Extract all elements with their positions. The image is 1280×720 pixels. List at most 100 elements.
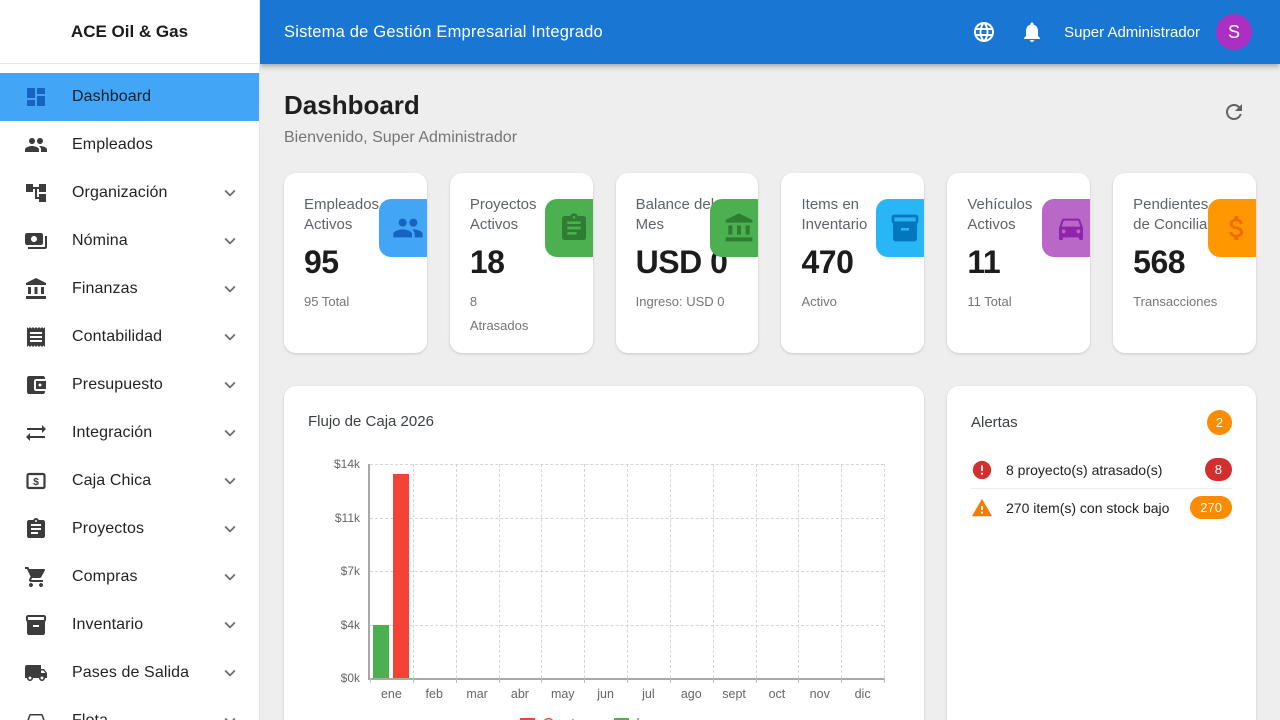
car-icon	[24, 709, 48, 720]
bank-icon	[24, 277, 48, 301]
sidebar-item-label: Inventario	[72, 616, 219, 634]
sidebar-item-label: Compras	[72, 568, 219, 586]
x-axis-tick: oct	[769, 687, 786, 701]
avatar[interactable]: S	[1216, 14, 1252, 50]
clipboard-icon	[545, 199, 593, 257]
chart-title: Flujo de Caja 2026	[308, 412, 900, 432]
sidebar-item-compras[interactable]: Compras	[0, 553, 259, 601]
alerts-list: 8 proyecto(s) atrasado(s) 8 270 item(s) …	[971, 451, 1232, 526]
stat-sub: Transacciones	[1133, 290, 1236, 314]
dollar-icon	[1208, 199, 1256, 257]
y-axis-tick: $0k	[341, 671, 360, 685]
x-axis-tick: nov	[810, 687, 830, 701]
page-head: Dashboard Bienvenido, Super Administrado…	[284, 90, 1256, 149]
sidebar-item-dashboard[interactable]: Dashboard	[0, 73, 259, 121]
stat-card-empleados: Empleados Activos 95 95 Total	[284, 173, 427, 353]
clipboard-icon	[24, 517, 48, 541]
sidebar-item-label: Finanzas	[72, 280, 219, 298]
inventory-box-icon	[876, 199, 924, 257]
sidebar-item-nomina[interactable]: Nómina	[0, 217, 259, 265]
svg-text:$: $	[33, 476, 39, 488]
sidebar-item-finanzas[interactable]: Finanzas	[0, 265, 259, 313]
sidebar-item-label: Proyectos	[72, 520, 219, 538]
alerts-panel: Alertas 2 8 proyecto(s) atrasado(s) 8 27…	[947, 386, 1256, 720]
sidebar-item-caja-chica[interactable]: $ Caja Chica	[0, 457, 259, 505]
sidebar-item-contabilidad[interactable]: Contabilidad	[0, 313, 259, 361]
chart-legend: Gasto Ingreso	[308, 716, 900, 720]
sidebar-item-integracion[interactable]: Integración	[0, 409, 259, 457]
alert-item-proyectos-atrasados[interactable]: 8 proyecto(s) atrasado(s) 8	[971, 451, 1232, 488]
page-title: Dashboard	[284, 90, 517, 120]
refresh-button[interactable]	[1214, 92, 1254, 132]
stat-sub: 8 Atrasados	[470, 290, 573, 338]
legend-item-gasto[interactable]: Gasto	[520, 716, 583, 720]
x-axis-tick: ene	[381, 687, 402, 701]
stat-card-balance: Balance del Mes USD 0 Ingreso: USD 0	[616, 173, 759, 353]
sidebar-item-label: Caja Chica	[72, 472, 219, 490]
sidebar-item-empleados[interactable]: Empleados	[0, 121, 259, 169]
alert-item-stock-bajo[interactable]: 270 item(s) con stock bajo 270	[971, 489, 1232, 526]
notifications-bell-button[interactable]	[1012, 12, 1052, 52]
people-icon	[24, 133, 48, 157]
chevron-down-icon	[219, 326, 241, 348]
stat-card-vehiculos: Vehículos Activos 11 11 Total	[947, 173, 1090, 353]
sidebar-item-proyectos[interactable]: Proyectos	[0, 505, 259, 553]
chevron-down-icon	[219, 566, 241, 588]
chevron-down-icon	[219, 278, 241, 300]
sidebar-item-organizacion[interactable]: Organización	[0, 169, 259, 217]
cash-box-icon: $	[24, 469, 48, 493]
stat-sub: Activo	[801, 290, 904, 314]
warning-triangle-icon	[971, 497, 993, 519]
car-icon	[1042, 199, 1090, 257]
bottom-row: Flujo de Caja 2026 $0k$4k$7k$11k$14kenef…	[284, 386, 1256, 720]
sidebar-item-label: Dashboard	[72, 88, 241, 106]
alert-text: 270 item(s) con stock bajo	[1006, 500, 1177, 516]
main-content: Dashboard Bienvenido, Super Administrado…	[260, 64, 1280, 720]
user-name[interactable]: Super Administrador	[1064, 24, 1200, 41]
chevron-down-icon	[219, 662, 241, 684]
chevron-down-icon	[219, 614, 241, 636]
sidebar-item-pases-de-salida[interactable]: Pases de Salida	[0, 649, 259, 697]
y-axis-tick: $4k	[341, 618, 360, 632]
chevron-down-icon	[219, 374, 241, 396]
sidebar-item-label: Nómina	[72, 232, 219, 250]
legend-label: Ingreso	[636, 716, 688, 720]
header-actions: Super Administrador S	[964, 12, 1252, 52]
x-axis-tick: mar	[466, 687, 488, 701]
y-axis-tick: $14k	[334, 457, 360, 471]
bar-chart-plot: $0k$4k$7k$11k$14kenefebmarabrmayjunjulag…	[368, 464, 884, 680]
legend-label: Gasto	[542, 716, 583, 720]
stat-card-inventario: Items en Inventario 470 Activo	[781, 173, 924, 353]
stat-sub: Ingreso: USD 0	[636, 290, 739, 314]
sidebar-item-flota[interactable]: Flota	[0, 697, 259, 720]
cashflow-chart-card: Flujo de Caja 2026 $0k$4k$7k$11k$14kenef…	[284, 386, 924, 720]
chevron-down-icon	[219, 470, 241, 492]
alerts-header: Alertas 2	[971, 410, 1232, 435]
x-axis-tick: may	[551, 687, 575, 701]
sidebar-item-presupuesto[interactable]: Presupuesto	[0, 361, 259, 409]
error-circle-icon	[971, 459, 993, 481]
wallet-icon	[24, 373, 48, 397]
chevron-down-icon	[219, 422, 241, 444]
sidebar-nav: Dashboard Empleados Organización Nómina …	[0, 64, 259, 720]
legend-item-ingreso[interactable]: Ingreso	[614, 716, 688, 720]
people-icon	[379, 199, 427, 257]
swap-arrows-icon	[24, 421, 48, 445]
x-axis-tick: ago	[681, 687, 702, 701]
bar-ingreso-ene	[373, 625, 389, 679]
alert-badge: 8	[1205, 458, 1232, 481]
chevron-down-icon	[219, 182, 241, 204]
x-axis-tick: feb	[426, 687, 443, 701]
header-title: Sistema de Gestión Empresarial Integrado	[284, 23, 964, 42]
alerts-count-badge: 2	[1207, 410, 1232, 435]
sidebar-item-inventario[interactable]: Inventario	[0, 601, 259, 649]
sidebar: ACE Oil & Gas Dashboard Empleados Organi…	[0, 0, 260, 720]
sidebar-item-label: Empleados	[72, 136, 241, 154]
alert-badge: 270	[1190, 496, 1232, 519]
chevron-down-icon	[219, 230, 241, 252]
sidebar-item-label: Organización	[72, 184, 219, 202]
language-globe-button[interactable]	[964, 12, 1004, 52]
alerts-title: Alertas	[971, 413, 1018, 433]
sidebar-item-label: Pases de Salida	[72, 664, 219, 682]
chevron-down-icon	[219, 710, 241, 720]
